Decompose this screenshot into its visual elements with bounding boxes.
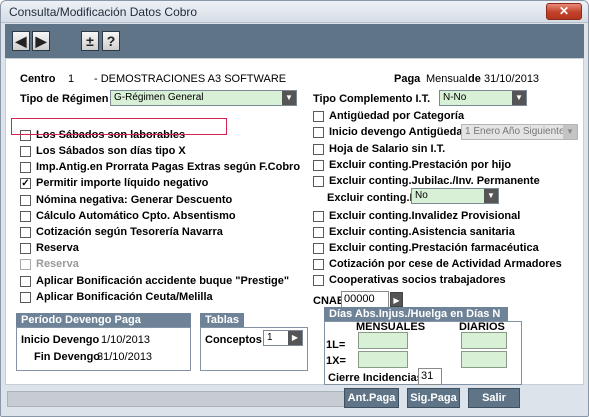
chevron-down-icon[interactable]: ▼ xyxy=(484,189,498,203)
toolbar: ◀ ▶ ± ? xyxy=(5,24,584,58)
option-checkbox[interactable] xyxy=(20,292,31,303)
option-label: Aplicar Bonificación Ceuta/Melilla xyxy=(36,291,213,303)
row-1l-label: 1L= xyxy=(326,339,346,351)
inicio-antiguedad-checkbox[interactable] xyxy=(313,127,324,138)
excluir-asistencia-checkbox[interactable] xyxy=(313,227,324,238)
excluir-farmaceutica-checkbox[interactable] xyxy=(313,243,324,254)
conceptos-label: Conceptos xyxy=(205,334,262,346)
option-label: Permitir importe líquido negativo xyxy=(36,177,209,189)
inicio-antiguedad-value: 1 Enero Año Siguiente xyxy=(465,126,565,137)
tipo-complemento-select[interactable]: N-No ▼ xyxy=(439,90,527,106)
chevron-down-icon[interactable]: ▼ xyxy=(282,91,296,105)
option-checkbox[interactable] xyxy=(20,227,31,238)
plus-minus-button[interactable]: ± xyxy=(81,31,99,51)
option-checkbox[interactable] xyxy=(20,195,31,206)
option-label: Imp.Antig.en Prorrata Pagas Extras según… xyxy=(36,161,301,173)
fin-devengo-label: Fin Devengo xyxy=(34,351,101,363)
excluir-jubilac-checkbox[interactable] xyxy=(313,176,324,187)
mensuales-1l-input[interactable] xyxy=(358,332,408,349)
fin-devengo-value: 31/10/2013 xyxy=(97,351,153,363)
option-checkbox xyxy=(20,259,31,270)
cnae-input[interactable]: 00000 xyxy=(341,291,389,308)
cnae-label: CNAE xyxy=(313,295,345,307)
paga-type: Mensual xyxy=(426,73,468,85)
inicio-antiguedad-label: Inicio devengo Antigüedad: xyxy=(329,126,473,138)
window-title: Consulta/Modificación Datos Cobro xyxy=(9,5,198,19)
title-bar: Consulta/Modificación Datos Cobro ✕ xyxy=(1,1,588,23)
dialog-window: Consulta/Modificación Datos Cobro ✕ ◀ ▶ … xyxy=(0,0,589,417)
conceptos-select[interactable]: 1 ▶ xyxy=(263,330,303,346)
excluir-farmaceutica-label: Excluir conting.Prestación farmacéutica xyxy=(329,242,539,254)
chevron-down-icon[interactable]: ▼ xyxy=(563,125,577,139)
cotizacion-cese-checkbox[interactable] xyxy=(313,259,324,270)
previous-paga-button[interactable]: Ant.Paga xyxy=(344,388,399,408)
excluir-it-value: No xyxy=(415,190,428,201)
previous-record-button[interactable]: ◀ xyxy=(12,31,30,51)
tablas-header: Tablas xyxy=(200,313,244,327)
excluir-hijo-label: Excluir conting.Prestación por hijo xyxy=(329,159,512,171)
excluir-invalidez-checkbox[interactable] xyxy=(313,211,324,222)
option-label: Cálculo Automático Cpto. Absentismo xyxy=(36,210,236,222)
option-label: Reserva xyxy=(36,258,79,270)
option-label: Aplicar Bonificación accidente buque "Pr… xyxy=(36,275,290,287)
tipo-regimen-label: Tipo de Régimen xyxy=(20,93,109,105)
antiguedad-categoria-checkbox[interactable] xyxy=(313,111,324,122)
cierre-incidencias-input[interactable]: 31 xyxy=(418,368,442,385)
option-checkbox[interactable] xyxy=(20,211,31,222)
inicio-antiguedad-select[interactable]: 1 Enero Año Siguiente ▼ xyxy=(461,124,578,140)
tipo-regimen-select[interactable]: G-Régimen General ▼ xyxy=(110,90,297,106)
cnae-lookup-button[interactable]: ▶ xyxy=(390,292,403,307)
option-label: Cotización según Tesorería Navarra xyxy=(36,226,223,238)
dias-abs-header: Días Abs.Injus./Huelga en Días N xyxy=(324,307,508,321)
option-label: Los Sábados son días tipo X xyxy=(36,145,186,157)
tipo-regimen-value: G-Régimen General xyxy=(114,92,204,103)
highlight-box xyxy=(11,118,227,135)
option-checkbox[interactable] xyxy=(20,243,31,254)
excluir-invalidez-label: Excluir conting.Invalidez Provisional xyxy=(329,210,521,222)
excluir-it-select[interactable]: No ▼ xyxy=(411,188,499,204)
excluir-hijo-checkbox[interactable] xyxy=(313,160,324,171)
paga-date: 31/10/2013 xyxy=(484,73,540,85)
inicio-devengo-label: Inicio Devengo xyxy=(21,334,100,346)
centro-label: Centro xyxy=(20,73,56,85)
status-bar xyxy=(7,391,347,407)
option-checkbox[interactable] xyxy=(20,146,31,157)
tipo-complemento-label: Tipo Complemento I.T. xyxy=(313,93,431,105)
option-label: Reserva xyxy=(36,242,79,254)
diarios-1x-input[interactable] xyxy=(461,351,507,368)
conceptos-value: 1 xyxy=(267,332,273,343)
close-button[interactable]: ✕ xyxy=(546,3,582,20)
excluir-it-label: Excluir conting.IT xyxy=(327,192,420,204)
centro-name: - DEMOSTRACIONES A3 SOFTWARE xyxy=(94,73,287,85)
option-checkbox[interactable] xyxy=(20,162,31,173)
next-record-button[interactable]: ▶ xyxy=(32,31,50,51)
chevron-right-icon[interactable]: ▶ xyxy=(288,331,302,345)
chevron-down-icon[interactable]: ▼ xyxy=(512,91,526,105)
inicio-devengo-value: 1/10/2013 xyxy=(101,334,150,346)
centro-code: 1 xyxy=(68,73,75,85)
cierre-incidencias-label: Cierre Incidencias xyxy=(328,372,423,384)
mensuales-1x-input[interactable] xyxy=(358,351,408,368)
exit-button[interactable]: Salir xyxy=(468,388,520,408)
row-1x-label: 1X= xyxy=(326,355,346,367)
excluir-asistencia-label: Excluir conting.Asistencia sanitaria xyxy=(329,226,515,238)
option-label: Nómina negativa: Generar Descuento xyxy=(36,194,233,206)
cooperativas-checkbox[interactable] xyxy=(313,275,324,286)
diarios-1l-input[interactable] xyxy=(461,332,507,349)
cotizacion-cese-label: Cotización por cese de Actividad Armador… xyxy=(329,258,562,270)
option-checkbox[interactable] xyxy=(20,276,31,287)
option-checkbox[interactable]: ✓ xyxy=(20,178,31,189)
paga-label: Paga xyxy=(394,73,421,85)
hoja-salario-checkbox[interactable] xyxy=(313,144,324,155)
tipo-complemento-value: N-No xyxy=(443,92,467,103)
hoja-salario-label: Hoja de Salario sin I.T. xyxy=(329,143,446,155)
help-button[interactable]: ? xyxy=(102,31,120,51)
next-paga-button[interactable]: Sig.Paga xyxy=(407,388,460,408)
excluir-jubilac-label: Excluir conting.Jubilac./Inv. Permanente xyxy=(329,175,540,187)
periodo-devengo-header: Período Devengo Paga xyxy=(16,313,191,327)
cooperativas-label: Cooperativas socios trabajadores xyxy=(329,274,506,286)
antiguedad-categoria-label: Antigüedad por Categoría xyxy=(329,110,465,122)
paga-de-label: de xyxy=(468,73,481,85)
